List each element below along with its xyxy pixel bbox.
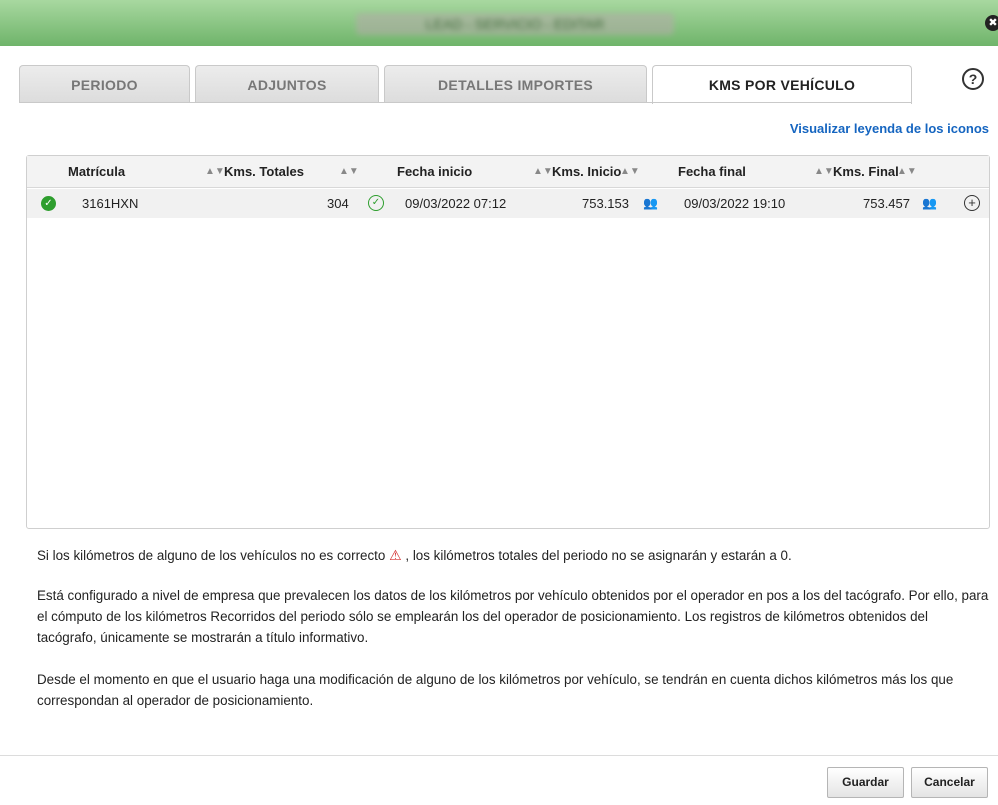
warning-text-pre: Si los kilómetros de alguno de los vehíc… bbox=[37, 548, 386, 563]
cell-fecha-inicio: 09/03/2022 07:12 bbox=[405, 196, 507, 211]
col-fecha-inicio[interactable]: Fecha inicio bbox=[397, 156, 472, 187]
tab-adjuntos[interactable]: ADJUNTOS bbox=[195, 65, 379, 103]
modification-note: Desde el momento en que el usuario haga … bbox=[37, 672, 954, 708]
col-fecha-final[interactable]: Fecha final bbox=[678, 156, 746, 187]
cell-matricula: 3161HXN bbox=[82, 196, 139, 211]
col-kms-inicio[interactable]: Kms. Inicio bbox=[552, 156, 621, 187]
add-circle-icon[interactable]: + bbox=[964, 195, 980, 211]
warning-icon: ⚠ bbox=[389, 547, 402, 563]
warning-text-post: , los kilómetros totales del periodo no … bbox=[405, 548, 792, 563]
cell-kms-final: 753.457 bbox=[863, 196, 910, 211]
col-matricula[interactable]: Matrícula bbox=[68, 156, 125, 187]
cell-kms-inicio: 753.153 bbox=[582, 196, 629, 211]
warning-note: Si los kilómetros de alguno de los vehíc… bbox=[37, 545, 989, 566]
table-row[interactable]: ✓ 3161HXN 304 ✓ 09/03/2022 07:12 753.153… bbox=[27, 189, 989, 218]
check-circle-icon: ✓ bbox=[368, 195, 384, 211]
legend-link[interactable]: Visualizar leyenda de los iconos bbox=[790, 121, 989, 136]
tab-divider bbox=[19, 102, 912, 103]
save-button[interactable]: Guardar bbox=[827, 767, 904, 798]
sort-icon[interactable]: ▲▼ bbox=[205, 156, 225, 187]
sort-icon[interactable]: ▲▼ bbox=[897, 156, 917, 187]
table-header: Matrícula ▲▼ Kms. Totales ▲▼ Fecha inici… bbox=[27, 156, 989, 188]
col-kms-final[interactable]: Kms. Final bbox=[833, 156, 899, 187]
sort-icon[interactable]: ▲▼ bbox=[339, 156, 359, 187]
cell-fecha-final: 09/03/2022 19:10 bbox=[684, 196, 786, 211]
cancel-button[interactable]: Cancelar bbox=[911, 767, 988, 798]
window-title: LEAD - SERVICIO - EDITAR bbox=[356, 13, 674, 35]
col-kms-totales[interactable]: Kms. Totales bbox=[224, 156, 304, 187]
sort-icon[interactable]: ▲▼ bbox=[620, 156, 640, 187]
window-titlebar: LEAD - SERVICIO - EDITAR ✖ bbox=[0, 0, 998, 46]
tab-periodo[interactable]: PERIODO bbox=[19, 65, 190, 103]
config-note: Está configurado a nivel de empresa que … bbox=[37, 588, 989, 645]
tab-detalles-importes[interactable]: DETALLES IMPORTES bbox=[384, 65, 647, 103]
operator-icon[interactable]: 👥 bbox=[643, 196, 658, 210]
sort-icon[interactable]: ▲▼ bbox=[533, 156, 553, 187]
operator-icon[interactable]: 👥 bbox=[922, 196, 937, 210]
close-icon[interactable]: ✖ bbox=[985, 15, 998, 31]
cell-kms-totales: 304 bbox=[327, 196, 349, 211]
sort-icon[interactable]: ▲▼ bbox=[814, 156, 834, 187]
help-icon[interactable]: ? bbox=[962, 68, 984, 90]
footer-divider bbox=[0, 755, 998, 756]
tab-kms-por-vehiculo[interactable]: KMS POR VEHÍCULO bbox=[652, 65, 912, 104]
vehicle-kms-table: Matrícula ▲▼ Kms. Totales ▲▼ Fecha inici… bbox=[26, 155, 990, 529]
status-ok-icon: ✓ bbox=[41, 196, 56, 211]
